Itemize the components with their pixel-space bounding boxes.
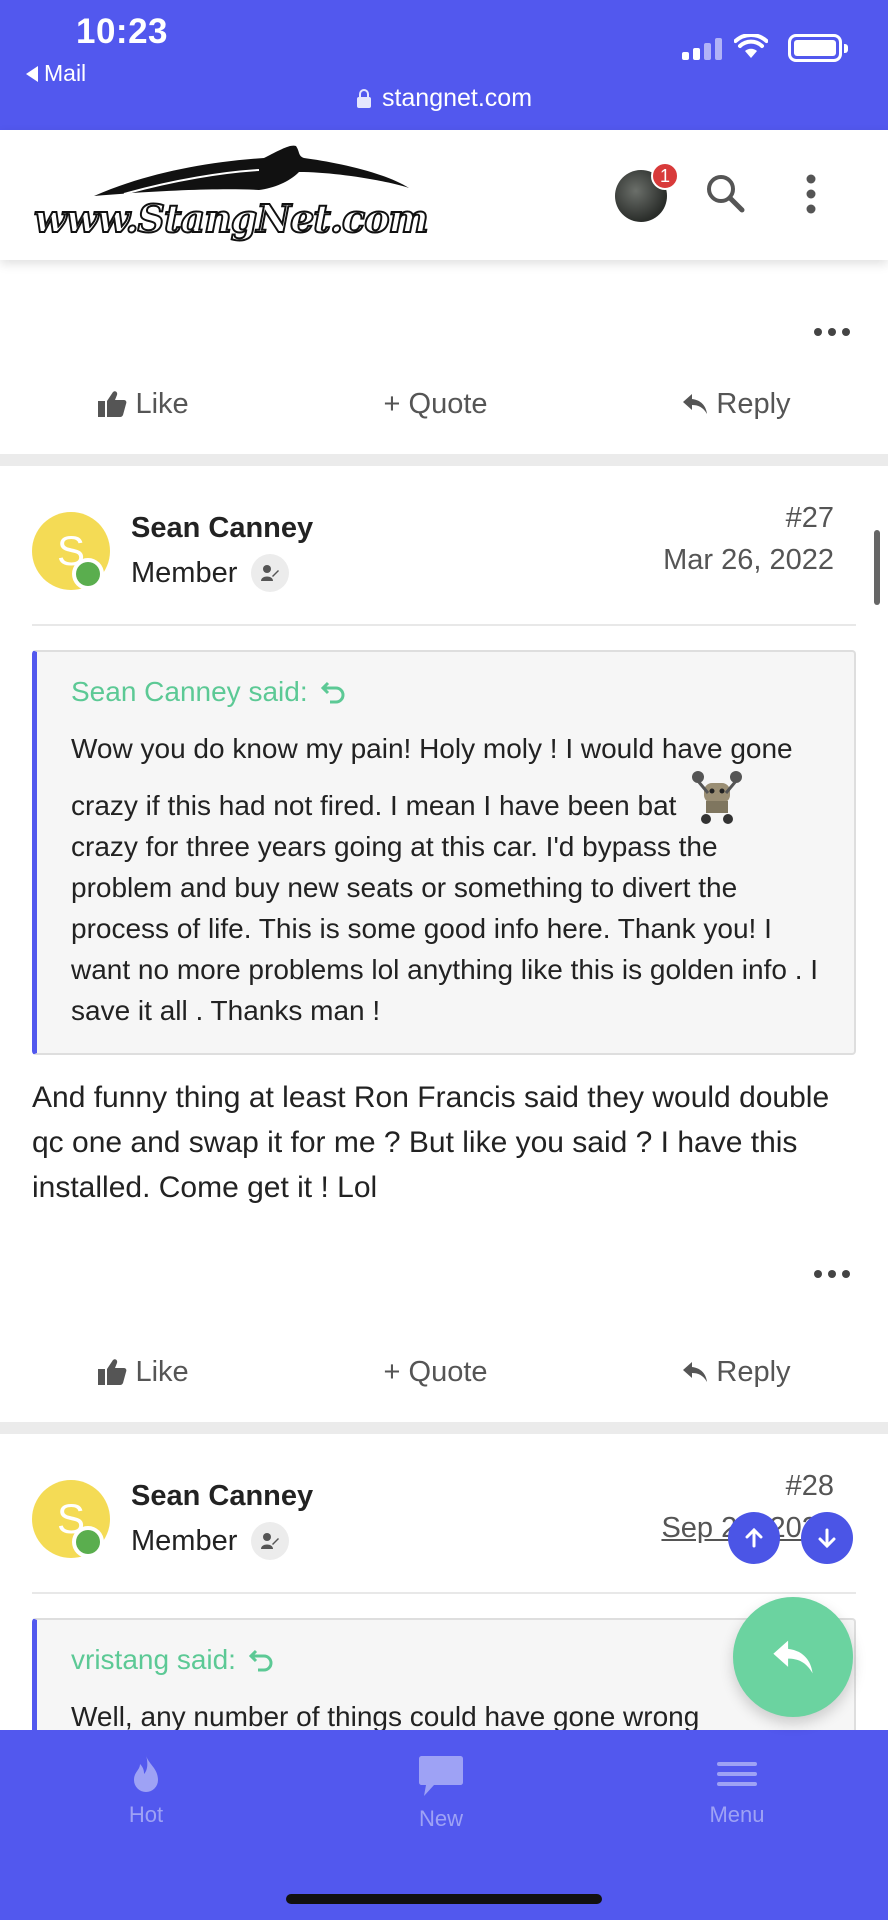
thumbs-up-icon [98, 391, 127, 417]
lock-icon [356, 88, 371, 108]
online-status-icon [72, 1526, 104, 1558]
nav-menu-label: Menu [709, 1802, 765, 1827]
jump-to-quote-icon [320, 681, 345, 704]
quote-block: Sean Canney said: Wow you do know my pai… [32, 650, 856, 1055]
post-author[interactable]: Sean Canney [131, 512, 313, 545]
post-number-link[interactable]: #27 [786, 502, 834, 535]
scroll-to-top-button[interactable] [728, 1512, 780, 1564]
url-text: stangnet.com [381, 84, 533, 112]
like-button[interactable]: Like [97, 387, 189, 421]
quote-button[interactable]: + Quote [384, 388, 488, 421]
like-label: Like [135, 387, 189, 420]
scroll-indicator[interactable] [874, 530, 880, 605]
arrow-down-icon [818, 1528, 836, 1549]
reply-label: Reply [716, 387, 791, 420]
status-bar: 10:23 Mail stangnet.com [0, 0, 888, 130]
header-divider [32, 1592, 856, 1594]
bottom-navigation: Hot New Menu [0, 1730, 888, 1920]
quote-author-link[interactable]: vristang said: [71, 1644, 820, 1676]
quote-button[interactable]: + Quote [384, 1356, 488, 1389]
hamburger-menu-icon [717, 1762, 757, 1786]
post-author[interactable]: Sean Canney [131, 1480, 313, 1513]
reply-fab-button[interactable] [733, 1597, 853, 1717]
battery-icon [788, 34, 848, 62]
reply-arrow-icon [683, 394, 708, 414]
post-separator [0, 454, 888, 466]
quote-label: + Quote [383, 1355, 488, 1388]
quote-author-link[interactable]: Sean Canney said: [71, 676, 820, 708]
reply-arrow-icon [683, 1362, 708, 1382]
post-footer [0, 1210, 888, 1306]
member-badge-icon [251, 1522, 290, 1560]
site-header: www.StangNet.com 1 [0, 130, 888, 260]
post-actions: Like + Quote Reply [0, 1322, 888, 1422]
post-27: S Sean Canney Member #27 Mar 26, 2022 Se… [0, 466, 888, 1422]
post-header: S Sean Canney Member #27 Mar 26, 2022 [0, 466, 888, 626]
jump-to-quote-icon [248, 1649, 273, 1672]
search-icon[interactable] [704, 172, 746, 214]
quote-text-part-2: crazy for three years going at this car.… [71, 831, 819, 1026]
scroll-to-bottom-button[interactable] [801, 1512, 853, 1564]
chat-bubble-icon [419, 1756, 463, 1796]
horse-logo-icon [94, 145, 409, 196]
post-more-icon[interactable] [814, 328, 850, 336]
quote-block: vristang said: Well, any number of thing… [32, 1618, 856, 1730]
post-separator [0, 1422, 888, 1434]
post-date[interactable]: Mar 26, 2022 [663, 544, 834, 577]
like-button[interactable]: Like [97, 1355, 189, 1389]
thread-content: Like + Quote Reply S Sean Canney Member … [0, 260, 888, 1730]
back-arrow-icon [26, 65, 38, 82]
back-app-label: Mail [44, 60, 87, 86]
logo-text: www.StangNet.com [33, 195, 430, 242]
back-to-mail-link[interactable]: Mail [26, 60, 86, 87]
notification-badge: 1 [651, 162, 679, 190]
user-role: Member [131, 554, 290, 592]
more-options-icon[interactable] [804, 174, 818, 214]
arrow-up-icon [745, 1527, 763, 1548]
like-label: Like [135, 1355, 189, 1388]
reply-arrow-icon [773, 1640, 813, 1674]
user-role: Member [131, 1522, 290, 1560]
site-logo[interactable]: www.StangNet.com [33, 144, 430, 244]
quote-author-label: Sean Canney said: [71, 676, 308, 707]
user-avatar-button[interactable]: 1 [615, 162, 679, 222]
wifi-icon [734, 34, 768, 58]
home-indicator[interactable] [286, 1894, 602, 1904]
reply-button[interactable]: Reply [682, 387, 791, 421]
avatar[interactable]: S [32, 1480, 110, 1558]
nav-hot-label: Hot [128, 1802, 164, 1827]
header-divider [32, 624, 856, 626]
post-more-icon[interactable] [814, 1270, 850, 1278]
user-role-label: Member [131, 556, 238, 589]
thumbs-up-icon [98, 1359, 127, 1385]
nav-hot[interactable]: Hot [66, 1754, 226, 1828]
quote-label: + Quote [383, 387, 488, 420]
post-body: And funny thing at least Ron Francis sai… [32, 1081, 830, 1204]
member-badge-icon [251, 554, 290, 592]
post-number-link[interactable]: #28 [786, 1470, 834, 1503]
quote-text: Well, any number of things could have go… [71, 1701, 700, 1730]
reply-button[interactable]: Reply [682, 1355, 791, 1389]
user-role-label: Member [131, 1524, 238, 1557]
post-actions: Like + Quote Reply [0, 354, 888, 454]
quote-text: Wow you do know my pain! Holy moly ! I w… [71, 728, 820, 1031]
crazy-smiley-icon [692, 771, 743, 824]
nav-menu[interactable]: Menu [657, 1754, 817, 1828]
online-status-icon [72, 558, 104, 590]
nav-new[interactable]: New [361, 1754, 521, 1832]
status-time: 10:23 [76, 12, 169, 51]
cellular-signal-icon [682, 38, 722, 60]
previous-post-tail [0, 260, 888, 336]
reply-label: Reply [716, 1355, 791, 1388]
quote-author-label: vristang said: [71, 1644, 236, 1675]
nav-new-label: New [418, 1806, 463, 1831]
avatar[interactable]: S [32, 512, 110, 590]
flame-icon [134, 1755, 158, 1792]
url-bar[interactable]: stangnet.com [0, 84, 888, 113]
